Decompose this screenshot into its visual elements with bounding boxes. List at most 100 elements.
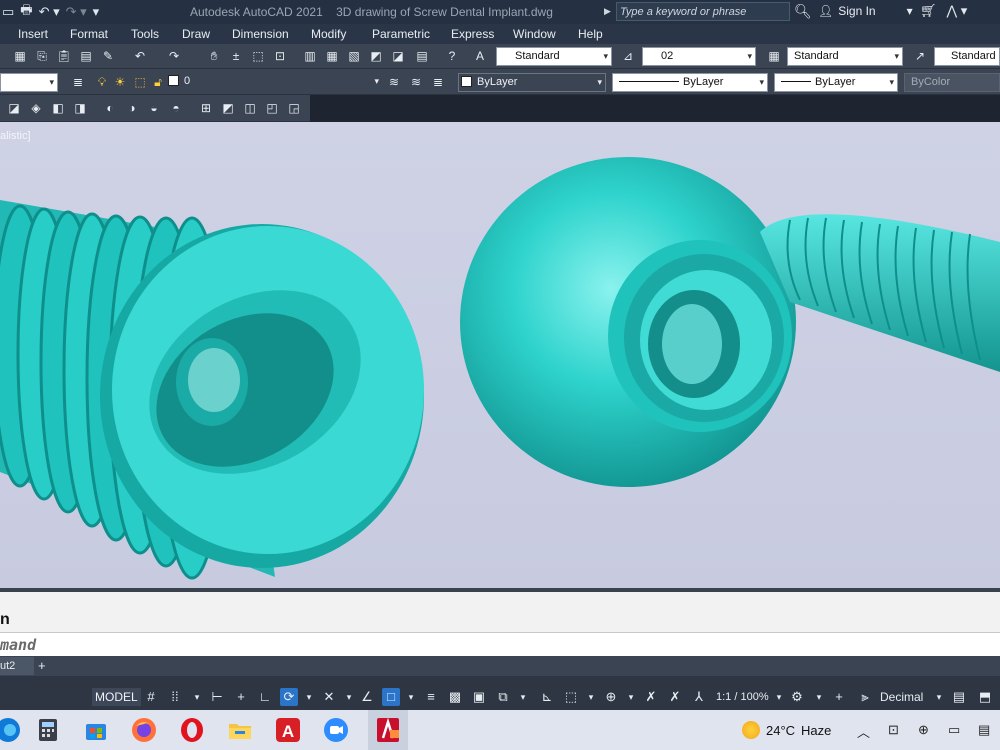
tool-palettes-icon[interactable]: ▧ bbox=[346, 48, 362, 64]
layer-properties-icon[interactable]: ≣ bbox=[70, 74, 86, 90]
shaded-icon[interactable]: ◑ bbox=[124, 100, 140, 116]
menu-draw[interactable]: Draw bbox=[182, 27, 210, 41]
object-snap-icon[interactable]: □ bbox=[382, 688, 400, 706]
search-input[interactable] bbox=[616, 2, 790, 21]
open-icon[interactable]: ▭ bbox=[2, 4, 14, 20]
units-value[interactable]: Decimal bbox=[880, 690, 923, 704]
brush-icon[interactable]: ✎ bbox=[100, 48, 116, 64]
drawing-viewport[interactable]: alistic] bbox=[0, 122, 1000, 588]
customize-qat-icon[interactable]: ▾ bbox=[93, 4, 100, 20]
redo-icon[interactable]: ↷ ▾ bbox=[66, 4, 87, 20]
calculator-app-icon[interactable] bbox=[34, 716, 62, 744]
dim-style-dropdown[interactable]: 02 ▾ bbox=[642, 47, 756, 66]
command-input[interactable] bbox=[0, 636, 1000, 654]
menu-express[interactable]: Express bbox=[451, 27, 494, 41]
polar-tracking-icon[interactable]: ⟳ bbox=[280, 688, 298, 706]
undo-toolbar-icon[interactable]: ↶ bbox=[132, 48, 148, 64]
multileader-style-dropdown[interactable]: Standard bbox=[934, 47, 1000, 66]
help-icon[interactable]: ? bbox=[444, 48, 460, 64]
shades-of-gray-icon[interactable]: ◓ bbox=[168, 100, 184, 116]
copy-icon[interactable]: ⎘ bbox=[34, 48, 50, 64]
infer-constraints-icon[interactable]: ⊢ bbox=[208, 688, 226, 706]
lineweight-icon[interactable]: ≡ bbox=[422, 688, 440, 706]
workspace-dropdown[interactable]: ▾ bbox=[0, 73, 58, 92]
wireframe-icon[interactable]: ◈ bbox=[28, 100, 44, 116]
text-style-icon[interactable]: A bbox=[472, 48, 488, 64]
gizmo-icon[interactable]: ⊕ bbox=[602, 688, 620, 706]
workspace-switch-icon[interactable]: ⚙ bbox=[788, 688, 806, 706]
zoom-realtime-icon[interactable]: ± bbox=[228, 48, 244, 64]
menu-parametric[interactable]: Parametric bbox=[372, 27, 430, 41]
chevron-down-icon[interactable]: ▾ bbox=[810, 688, 828, 706]
annotation-scale-value[interactable]: 1:1 / 100% bbox=[716, 691, 769, 703]
camera-icon[interactable]: ◲ bbox=[286, 100, 302, 116]
chevron-up-icon[interactable]: ︿ bbox=[857, 722, 870, 741]
network-icon[interactable]: ⊕ bbox=[918, 722, 929, 738]
make-current-layer-icon[interactable]: ≋ bbox=[386, 74, 402, 90]
menu-format[interactable]: Format bbox=[70, 27, 108, 41]
annotation-monitor-icon[interactable]: + bbox=[830, 688, 848, 706]
redo-toolbar-icon[interactable]: ↷ bbox=[166, 48, 182, 64]
sheet-set-icon[interactable]: ◩ bbox=[368, 48, 384, 64]
opera-icon[interactable] bbox=[178, 716, 206, 744]
undo-icon[interactable]: ↶ ▾ bbox=[39, 4, 60, 20]
layer-dropdown[interactable]: 0 ▾ bbox=[168, 73, 382, 92]
units-icon[interactable]: ⫸ bbox=[856, 688, 874, 706]
visual-style-icon[interactable]: ◪ bbox=[6, 100, 22, 116]
hidden-icon[interactable]: ◧ bbox=[50, 100, 66, 116]
layer-states-icon[interactable]: ≣ bbox=[430, 74, 446, 90]
sun-icon[interactable]: ☀ bbox=[112, 74, 128, 90]
menu-help[interactable]: Help bbox=[578, 27, 603, 41]
menu-modify[interactable]: Modify bbox=[311, 27, 346, 41]
battery-icon[interactable]: ▭ bbox=[948, 722, 960, 738]
multileader-style-icon[interactable]: ↗ bbox=[912, 48, 928, 64]
transparency-icon[interactable]: ▩ bbox=[446, 688, 464, 706]
menu-dimension[interactable]: Dimension bbox=[232, 27, 289, 41]
object-snap-tracking-icon[interactable]: ∠ bbox=[358, 688, 376, 706]
render-icon[interactable]: ◩ bbox=[220, 100, 236, 116]
chevron-down-icon[interactable]: ▾ bbox=[930, 688, 948, 706]
search-icon[interactable]: 🔍︎ bbox=[794, 3, 812, 20]
lineweight-dropdown[interactable]: ByLayer ▾ bbox=[774, 73, 898, 92]
chevron-down-icon[interactable]: ▾ bbox=[402, 688, 420, 706]
selection-cycling-icon[interactable]: ▣ bbox=[470, 688, 488, 706]
clean-screen-icon[interactable]: ⬒ bbox=[976, 688, 994, 706]
weather-widget[interactable]: 24°C Haze bbox=[742, 721, 831, 739]
add-layout-icon[interactable]: + bbox=[38, 657, 46, 675]
menu-insert[interactable]: Insert bbox=[18, 27, 48, 41]
search-expand-icon[interactable]: ▶ bbox=[604, 6, 616, 17]
chevron-down-icon[interactable]: ▾ bbox=[514, 688, 532, 706]
store-icon[interactable] bbox=[82, 716, 110, 744]
auto-scale-icon[interactable]: ✗ bbox=[666, 688, 684, 706]
pan-icon[interactable]: ✋︎ bbox=[206, 48, 222, 64]
sign-in-button[interactable]: 👤︎ Sign In ▾ bbox=[818, 4, 913, 18]
materials-icon[interactable]: ◫ bbox=[242, 100, 258, 116]
autodesk-account-icon[interactable]: ⋀ ▾ bbox=[947, 3, 968, 19]
dynamic-input-icon[interactable]: + bbox=[232, 688, 250, 706]
shaded-edges-icon[interactable]: ◒ bbox=[146, 100, 162, 116]
realistic-icon[interactable]: ◨ bbox=[72, 100, 88, 116]
menu-tools[interactable]: Tools bbox=[131, 27, 159, 41]
table-style-dropdown[interactable]: Standard ▾ bbox=[787, 47, 903, 66]
cart-icon[interactable]: 🛒︎ bbox=[920, 3, 937, 19]
edge-icon[interactable] bbox=[0, 716, 22, 744]
model-space-button[interactable]: MODEL bbox=[92, 688, 141, 706]
chevron-down-icon[interactable]: ▾ bbox=[188, 688, 206, 706]
dynamic-ucs-icon[interactable]: ⊾ bbox=[538, 688, 556, 706]
chevron-down-icon[interactable]: ▾ bbox=[770, 688, 788, 706]
isodraft-icon[interactable]: ✕ bbox=[320, 688, 338, 706]
firefox-icon[interactable] bbox=[130, 716, 158, 744]
file-explorer-icon[interactable] bbox=[226, 716, 254, 744]
quick-properties-icon[interactable]: ▤ bbox=[950, 688, 968, 706]
lock-icon[interactable]: 🔓︎ bbox=[150, 74, 166, 90]
zoom-meeting-icon[interactable] bbox=[322, 716, 350, 744]
layer-previous-icon[interactable]: ≋ bbox=[408, 74, 424, 90]
calculator-icon[interactable]: ▤ bbox=[414, 48, 430, 64]
tab-layout2[interactable]: ut2 bbox=[0, 657, 34, 675]
language-icon[interactable]: ▤ bbox=[978, 722, 990, 738]
ortho-icon[interactable]: ∟ bbox=[256, 688, 274, 706]
text-style-dropdown[interactable]: Standard ▾ bbox=[496, 47, 612, 66]
layer-freeze-icon[interactable]: ⬚ bbox=[132, 74, 148, 90]
meet-now-icon[interactable]: ⊡ bbox=[888, 722, 899, 738]
table-style-icon[interactable]: ▦ bbox=[766, 48, 782, 64]
